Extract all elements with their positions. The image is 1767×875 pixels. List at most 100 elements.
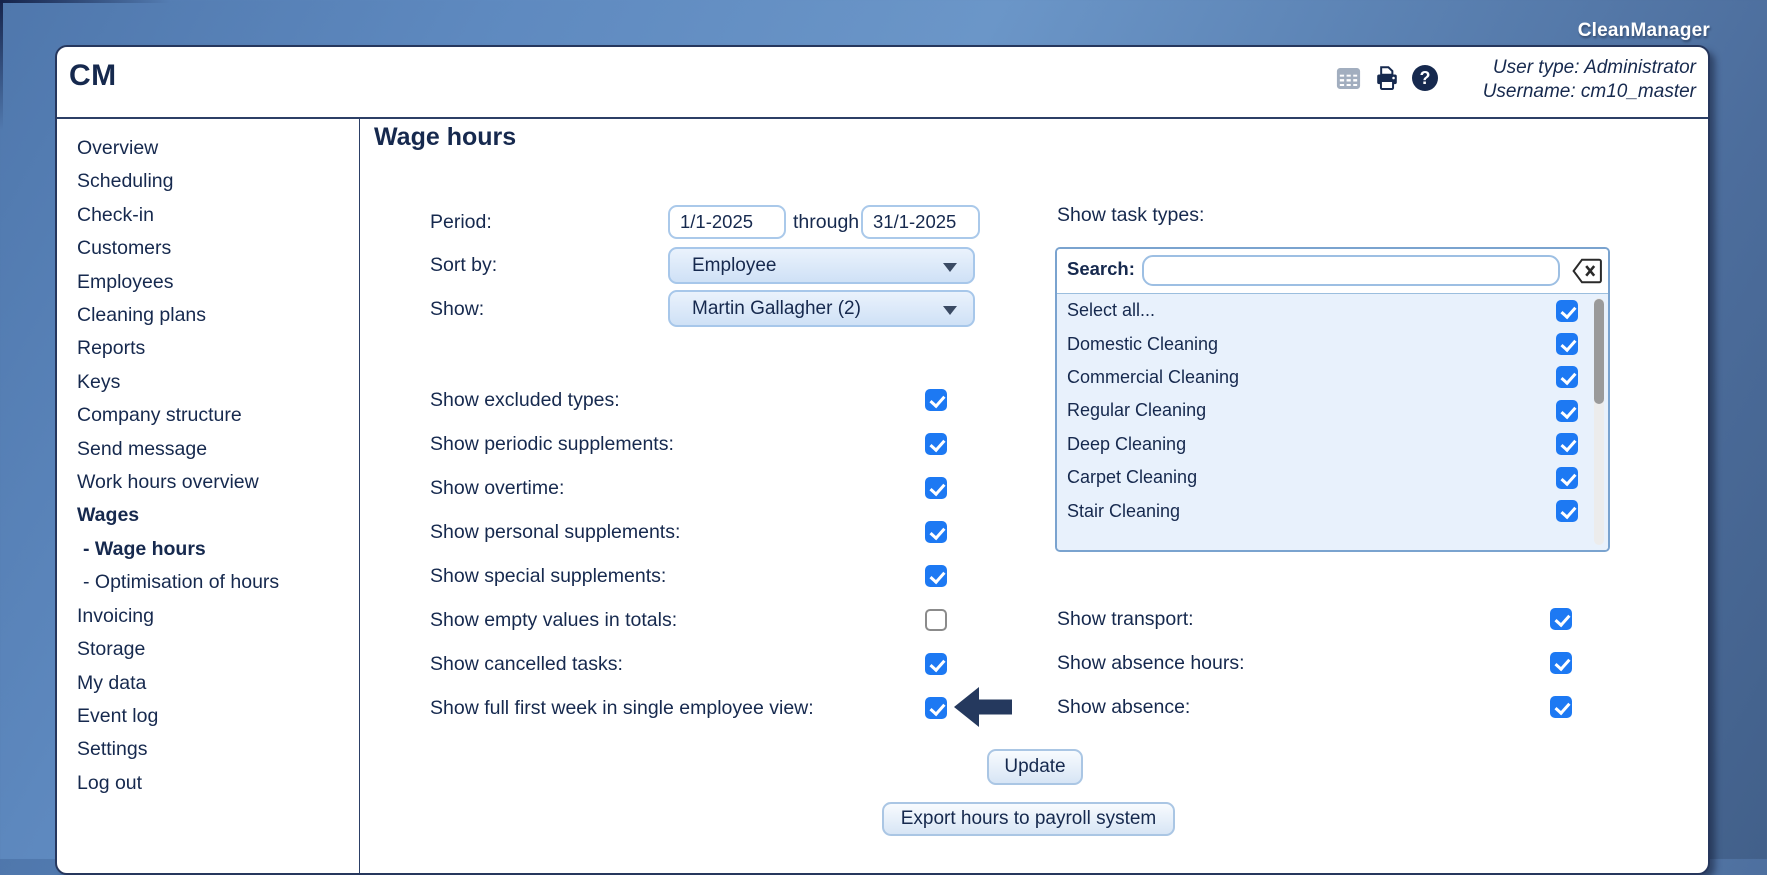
option-label-periodic-supplements: Show periodic supplements: xyxy=(430,430,674,458)
sidebar-item-wages[interactable]: Wages xyxy=(77,499,359,532)
option-label-personal-supplements: Show personal supplements: xyxy=(430,518,680,546)
option-label-empty-values: Show empty values in totals: xyxy=(430,606,677,634)
show-employee-value: Martin Gallagher (2) xyxy=(692,298,861,319)
period-to-input[interactable] xyxy=(861,205,980,239)
main-content: Wage hours Period: through Sort by: Empl… xyxy=(360,119,1708,873)
sidebar-item-employees[interactable]: Employees xyxy=(77,266,359,299)
option-label-absence-hours: Show absence hours: xyxy=(1057,649,1245,677)
checkbox-carpet-cleaning[interactable] xyxy=(1556,467,1578,489)
checkbox-personal-supplements[interactable] xyxy=(925,521,947,543)
sidebar-item-company-structure[interactable]: Company structure xyxy=(77,399,359,432)
show-employee-dropdown[interactable]: Martin Gallagher (2) xyxy=(668,290,975,327)
sidebar-item-event-log[interactable]: Event log xyxy=(77,700,359,733)
checkbox-periodic-supplements[interactable] xyxy=(925,433,947,455)
sort-by-value: Employee xyxy=(692,255,777,276)
list-item-label: Carpet Cleaning xyxy=(1067,467,1197,488)
list-item-label: Commercial Cleaning xyxy=(1067,367,1239,388)
task-types-list: Select all... Domestic Cleaning Commerci… xyxy=(1057,294,1608,550)
sort-by-dropdown[interactable]: Employee xyxy=(668,247,975,284)
sidebar-item-cleaning-plans[interactable]: Cleaning plans xyxy=(77,299,359,332)
header-toolbar: ? xyxy=(1335,64,1438,92)
pointer-arrow xyxy=(954,687,1012,732)
app-logo: CM xyxy=(69,59,117,93)
list-item-label: Deep Cleaning xyxy=(1067,434,1186,455)
checkbox-special-supplements[interactable] xyxy=(925,565,947,587)
scrollbar-thumb[interactable] xyxy=(1594,299,1604,404)
sidebar-item-wage-hours[interactable]: - Wage hours xyxy=(77,533,359,566)
export-payroll-button[interactable]: Export hours to payroll system xyxy=(882,802,1175,836)
username-text: Username: cm10_master xyxy=(1483,80,1696,104)
sidebar-nav: Overview Scheduling Check-in Customers E… xyxy=(57,119,360,873)
search-input[interactable] xyxy=(1142,255,1560,286)
user-type-text: User type: Administrator xyxy=(1483,56,1696,80)
list-item-label: Select all... xyxy=(1067,300,1155,321)
help-icon[interactable]: ? xyxy=(1412,65,1438,91)
chevron-down-icon xyxy=(943,263,957,272)
table-grid-icon[interactable] xyxy=(1335,65,1362,92)
sidebar-item-invoicing[interactable]: Invoicing xyxy=(77,600,359,633)
sidebar-item-check-in[interactable]: Check-in xyxy=(77,199,359,232)
task-types-label: Show task types: xyxy=(1057,201,1204,229)
list-item-select-all[interactable]: Select all... xyxy=(1057,294,1608,327)
app-window: CM ? User type: Administrator Username: xyxy=(55,45,1710,875)
clear-search-icon[interactable] xyxy=(1572,257,1603,285)
checkbox-cancelled-tasks[interactable] xyxy=(925,653,947,675)
list-item-carpet-cleaning[interactable]: Carpet Cleaning xyxy=(1057,461,1608,494)
sidebar-item-reports[interactable]: Reports xyxy=(77,332,359,365)
checkbox-transport[interactable] xyxy=(1550,608,1572,630)
sidebar-item-work-hours-overview[interactable]: Work hours overview xyxy=(77,466,359,499)
task-types-panel: Search: Select all... Domestic Cleaning xyxy=(1055,247,1610,552)
checkbox-regular-cleaning[interactable] xyxy=(1556,400,1578,422)
scrollbar-track[interactable] xyxy=(1594,298,1604,545)
list-item-label: Regular Cleaning xyxy=(1067,400,1206,421)
checkbox-excluded-types[interactable] xyxy=(925,389,947,411)
printer-icon[interactable] xyxy=(1373,64,1401,92)
sort-by-label: Sort by: xyxy=(430,251,497,279)
list-item-label: Domestic Cleaning xyxy=(1067,334,1218,355)
sidebar-item-my-data[interactable]: My data xyxy=(77,667,359,700)
list-item-deep-cleaning[interactable]: Deep Cleaning xyxy=(1057,428,1608,461)
option-label-overtime: Show overtime: xyxy=(430,474,564,502)
checkbox-absence-hours[interactable] xyxy=(1550,652,1572,674)
sidebar-item-settings[interactable]: Settings xyxy=(77,733,359,766)
option-label-special-supplements: Show special supplements: xyxy=(430,562,666,590)
checkbox-deep-cleaning[interactable] xyxy=(1556,433,1578,455)
list-item-domestic-cleaning[interactable]: Domestic Cleaning xyxy=(1057,327,1608,360)
sidebar-item-optimisation-of-hours[interactable]: - Optimisation of hours xyxy=(77,566,359,599)
show-label: Show: xyxy=(430,295,484,323)
option-label-absence: Show absence: xyxy=(1057,693,1190,721)
checkbox-full-first-week[interactable] xyxy=(925,697,947,719)
checkbox-stair-cleaning[interactable] xyxy=(1556,500,1578,522)
period-from-input[interactable] xyxy=(668,205,786,239)
sidebar-item-storage[interactable]: Storage xyxy=(77,633,359,666)
sidebar-item-overview[interactable]: Overview xyxy=(77,132,359,165)
list-item-label: Stair Cleaning xyxy=(1067,501,1180,522)
option-label-excluded-types: Show excluded types: xyxy=(430,386,620,414)
task-types-search-row: Search: xyxy=(1057,249,1608,294)
window-edge-shade-left xyxy=(0,0,3,130)
period-label: Period: xyxy=(430,208,492,236)
checkbox-commercial-cleaning[interactable] xyxy=(1556,366,1578,388)
list-item-stair-cleaning[interactable]: Stair Cleaning xyxy=(1057,494,1608,527)
period-through-label: through xyxy=(793,208,859,236)
sidebar-item-send-message[interactable]: Send message xyxy=(77,433,359,466)
sidebar-item-log-out[interactable]: Log out xyxy=(77,767,359,800)
sidebar-item-keys[interactable]: Keys xyxy=(77,366,359,399)
page-title: Wage hours xyxy=(374,123,516,152)
update-button[interactable]: Update xyxy=(987,749,1083,785)
list-item-regular-cleaning[interactable]: Regular Cleaning xyxy=(1057,394,1608,427)
window-edge-shade-top xyxy=(0,0,170,3)
checkbox-select-all[interactable] xyxy=(1556,300,1578,322)
option-label-full-first-week: Show full first week in single employee … xyxy=(430,694,814,722)
checkbox-domestic-cleaning[interactable] xyxy=(1556,333,1578,355)
option-label-transport: Show transport: xyxy=(1057,605,1194,633)
option-label-cancelled-tasks: Show cancelled tasks: xyxy=(430,650,623,678)
sidebar-item-scheduling[interactable]: Scheduling xyxy=(77,165,359,198)
checkbox-absence[interactable] xyxy=(1550,696,1572,718)
sidebar-item-customers[interactable]: Customers xyxy=(77,232,359,265)
chevron-down-icon xyxy=(943,306,957,315)
list-item-commercial-cleaning[interactable]: Commercial Cleaning xyxy=(1057,361,1608,394)
checkbox-overtime[interactable] xyxy=(925,477,947,499)
checkbox-empty-values[interactable] xyxy=(925,609,947,631)
user-info: User type: Administrator Username: cm10_… xyxy=(1483,56,1696,104)
